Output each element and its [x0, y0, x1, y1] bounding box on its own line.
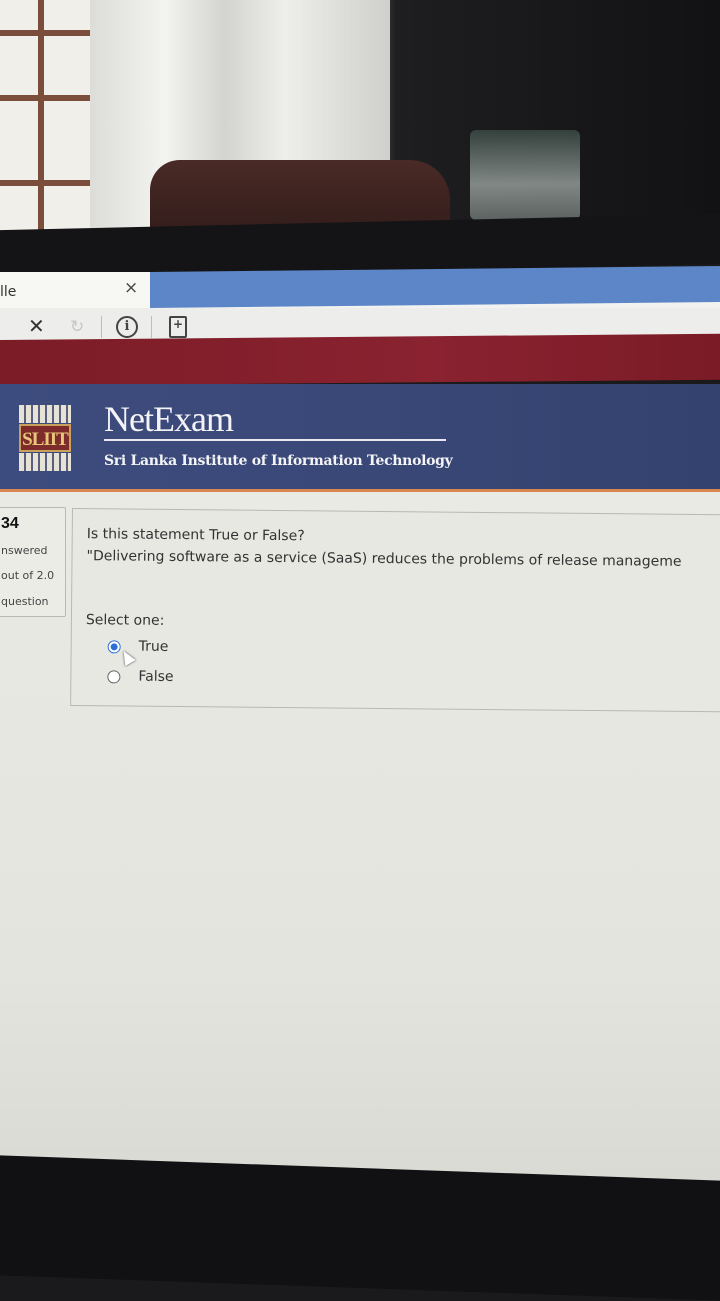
question-status: nswered	[1, 544, 48, 557]
question-number: 34	[1, 515, 19, 532]
option-false-label[interactable]: False	[138, 669, 173, 685]
top-strip	[0, 333, 720, 386]
shelf-object	[470, 130, 580, 220]
browser-tab[interactable]: lle ×	[0, 272, 150, 308]
monitor-bezel-bottom	[0, 1155, 720, 1301]
radio-false[interactable]	[107, 670, 121, 684]
browser-tab-bar: lle ×	[0, 266, 720, 308]
select-one-label: Select one:	[85, 612, 165, 629]
radio-true[interactable]	[107, 640, 121, 654]
question-info-panel: 34 nswered out of 2.0 question	[0, 507, 66, 617]
window	[0, 0, 101, 245]
window-bar	[0, 30, 95, 36]
tab-close-icon[interactable]: ×	[124, 278, 138, 298]
background-room-photo	[0, 0, 720, 250]
info-icon[interactable]: i	[116, 316, 138, 338]
brand-title: NetExam	[104, 399, 234, 439]
logo-pattern	[19, 405, 71, 423]
logo-pattern	[19, 453, 71, 471]
tab-title: lle	[0, 284, 17, 300]
option-true-label[interactable]: True	[139, 639, 169, 655]
brand-underline	[104, 439, 446, 441]
nav-divider	[151, 316, 152, 338]
sliit-logo: SLIIT	[19, 405, 71, 471]
brand-subtitle: Sri Lanka Institute of Information Techn…	[104, 453, 453, 469]
new-page-icon[interactable]	[169, 316, 187, 338]
logo-text: SLIIT	[19, 424, 71, 452]
question-card: Is this statement True or False? "Delive…	[70, 508, 720, 713]
window-bar	[0, 95, 95, 101]
question-text-line1: Is this statement True or False?	[86, 526, 305, 545]
nav-divider	[101, 316, 102, 338]
window-bar	[0, 180, 95, 186]
window-bar	[38, 0, 44, 245]
question-marks: out of 2.0	[1, 569, 55, 582]
flag-question-link[interactable]: question	[1, 595, 49, 608]
browser-tab-strip	[150, 266, 720, 308]
stop-icon[interactable]: ✕	[28, 314, 45, 338]
reload-icon[interactable]: ↻	[70, 317, 84, 337]
question-text-line2: "Delivering software as a service (SaaS)…	[86, 548, 682, 570]
